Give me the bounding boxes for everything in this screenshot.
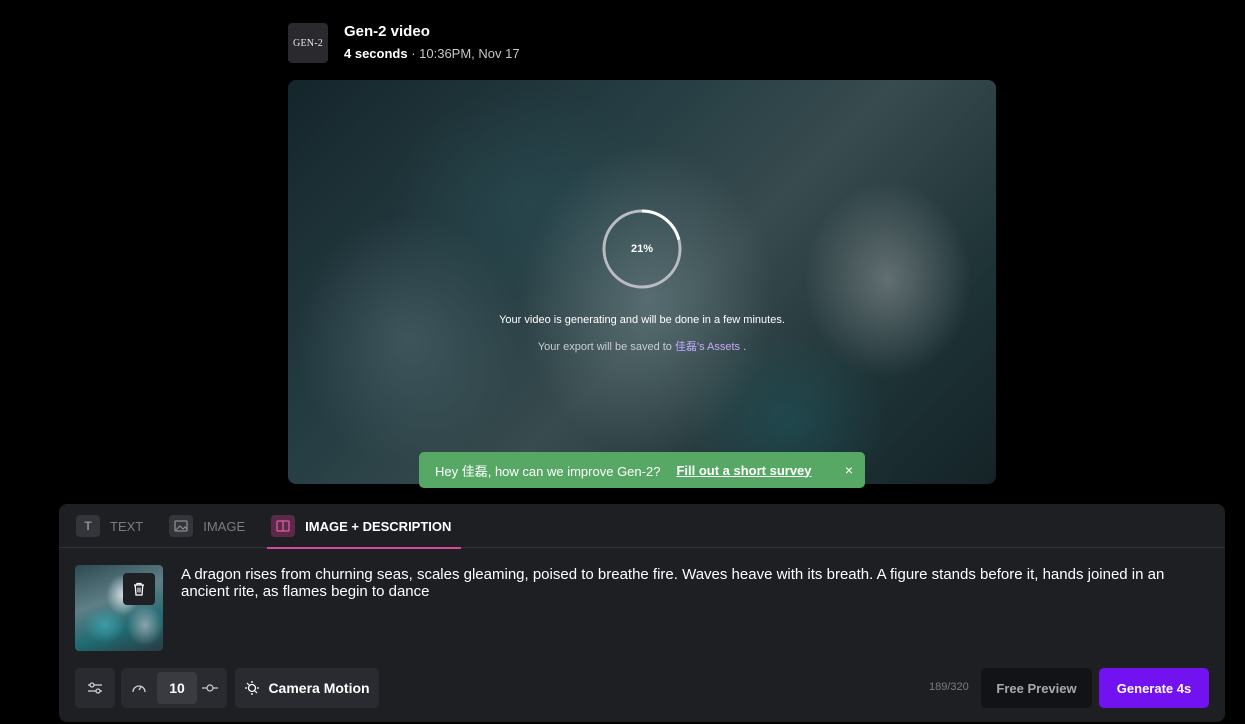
video-preview: 21% Your video is generating and will be… xyxy=(288,80,996,484)
tab-image-label: IMAGE xyxy=(203,518,246,534)
sliders-icon xyxy=(88,682,102,694)
close-icon[interactable]: × xyxy=(845,462,853,478)
text-icon: T xyxy=(76,515,100,537)
assets-link[interactable]: 佳磊's Assets xyxy=(675,341,740,353)
header-text: Gen-2 video 4 seconds · 10:36PM, Nov 17 xyxy=(344,22,520,64)
export-message: Your export will be saved to 佳磊's Assets… xyxy=(288,338,996,354)
progress-ring: 21% xyxy=(602,209,682,289)
camera-motion-icon xyxy=(245,681,260,695)
generating-message: Your video is generating and will be don… xyxy=(499,314,785,326)
general-motion-control[interactable]: 10 xyxy=(121,668,227,708)
video-meta: 4 seconds · 10:36PM, Nov 17 xyxy=(344,44,520,64)
tab-text[interactable]: T TEXT xyxy=(76,504,169,548)
prompt-input[interactable]: A dragon rises from churning seas, scale… xyxy=(181,566,1211,600)
tab-image-description-label: IMAGE + DESCRIPTION xyxy=(305,518,452,534)
image-description-icon xyxy=(271,515,296,537)
char-counter: 189/320 xyxy=(929,681,969,693)
export-suffix: . xyxy=(740,341,747,353)
speedometer-icon xyxy=(132,685,146,693)
video-timestamp: · 10:36PM, Nov 17 xyxy=(407,46,520,61)
tab-image[interactable]: IMAGE xyxy=(169,504,271,548)
video-header: GEN-2 Gen-2 video 4 seconds · 10:36PM, N… xyxy=(288,22,520,64)
survey-toast: Hey 佳磊, how can we improve Gen-2? Fill o… xyxy=(419,452,865,488)
progress-label: 21% xyxy=(630,243,654,255)
slider-icon xyxy=(202,684,218,692)
camera-motion-button[interactable]: Camera Motion xyxy=(235,668,379,708)
prompt-panel: T TEXT IMAGE IMAGE + DESCRIPTION A drago… xyxy=(59,504,1225,722)
mode-tabs: T TEXT IMAGE IMAGE + DESCRIPTION xyxy=(59,504,1225,549)
export-prefix: Your export will be saved to xyxy=(537,341,675,353)
tab-image-description[interactable]: IMAGE + DESCRIPTION xyxy=(267,504,462,549)
survey-link[interactable]: Fill out a short survey xyxy=(676,463,811,478)
settings-button[interactable] xyxy=(75,668,115,708)
trash-icon xyxy=(134,582,144,596)
image-icon xyxy=(169,515,194,537)
free-preview-button[interactable]: Free Preview xyxy=(981,668,1092,708)
survey-question: Hey 佳磊, how can we improve Gen-2? xyxy=(435,463,661,479)
video-duration: 4 seconds xyxy=(344,46,408,61)
gen2-logo: GEN-2 xyxy=(288,23,328,63)
camera-motion-label: Camera Motion xyxy=(268,680,370,696)
tab-text-label: TEXT xyxy=(110,518,144,534)
delete-image-button[interactable] xyxy=(123,573,155,605)
source-image-thumbnail[interactable] xyxy=(75,565,163,651)
video-title: Gen-2 video xyxy=(344,23,430,40)
generate-button[interactable]: Generate 4s xyxy=(1099,668,1209,708)
motion-value[interactable]: 10 xyxy=(157,672,197,704)
